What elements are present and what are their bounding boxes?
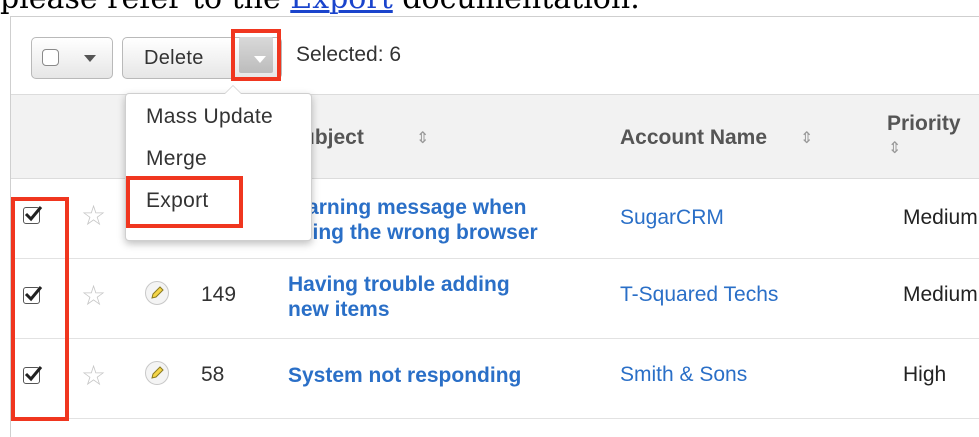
menu-item-merge[interactable]: Merge	[146, 147, 207, 171]
subject-link[interactable]: Warning message when using the wrong bro…	[288, 195, 588, 245]
pencil-glyph	[151, 286, 164, 299]
account-link[interactable]: Smith & Sons	[620, 363, 747, 387]
subject-link[interactable]: Having trouble adding new items	[288, 272, 588, 322]
priority-value: High	[903, 363, 947, 386]
account-link[interactable]: SugarCRM	[620, 206, 724, 230]
actions-dropdown-toggle[interactable]	[231, 29, 281, 81]
priority-value: Medium	[903, 283, 978, 306]
column-header-priority-label: Priority	[887, 112, 961, 135]
subject-line: using the wrong browser	[288, 221, 538, 244]
subject-line: System not responding	[288, 364, 522, 387]
sort-icon[interactable]: ⇕	[888, 138, 901, 158]
selected-count: Selected: 6	[296, 43, 402, 66]
select-all-dropdown[interactable]	[31, 37, 113, 79]
star-icon[interactable]: ☆	[81, 359, 106, 392]
subject-line: new items	[288, 298, 390, 321]
chevron-down-icon[interactable]	[84, 55, 96, 62]
checkbox-highlight-box	[11, 197, 69, 421]
priority-value: Medium	[903, 206, 978, 229]
subject-line: Warning message when	[288, 196, 527, 219]
star-icon[interactable]: ☆	[81, 199, 106, 232]
account-link[interactable]: T-Squared Techs	[620, 283, 778, 307]
table-row[interactable]: ☆ 58 System not responding Smith & Sons …	[11, 339, 979, 419]
subject-link[interactable]: System not responding	[288, 363, 588, 388]
column-header-account-label: Account Name	[620, 126, 768, 149]
sort-icon[interactable]: ⇕	[800, 128, 813, 148]
column-header-priority[interactable]: Priority ⇕	[887, 112, 961, 157]
table-row[interactable]: ☆ 149 Having trouble adding new items T-…	[11, 259, 979, 339]
subject-line: Having trouble adding	[288, 273, 510, 296]
menu-item-mass-update[interactable]: Mass Update	[146, 105, 273, 129]
checkbox-icon[interactable]	[42, 49, 59, 66]
export-doc-link[interactable]: Export	[290, 0, 392, 16]
pencil-icon[interactable]	[145, 281, 169, 305]
export-highlight-box	[126, 176, 243, 228]
delete-button-label: Delete	[144, 47, 204, 69]
case-number: 149	[201, 283, 237, 306]
doc-text-suffix: documentation.	[393, 0, 639, 16]
pencil-glyph	[151, 366, 164, 379]
doc-text-prefix: please refer to the	[0, 0, 290, 16]
chevron-down-icon	[254, 56, 266, 63]
doc-text-line: please refer to the Export documentation…	[0, 0, 979, 16]
list-view-panel: Delete Selected: 6 Subject ⇕ Account Nam…	[10, 16, 979, 437]
case-number: 58	[201, 363, 225, 386]
actions-dropdown-toggle-face[interactable]	[239, 37, 273, 73]
sort-icon[interactable]: ⇕	[416, 128, 429, 148]
column-header-account-name[interactable]: Account Name ⇕	[620, 126, 813, 150]
list-toolbar: Delete Selected: 6	[11, 17, 979, 95]
pencil-icon[interactable]	[145, 361, 169, 385]
star-icon[interactable]: ☆	[81, 279, 106, 312]
